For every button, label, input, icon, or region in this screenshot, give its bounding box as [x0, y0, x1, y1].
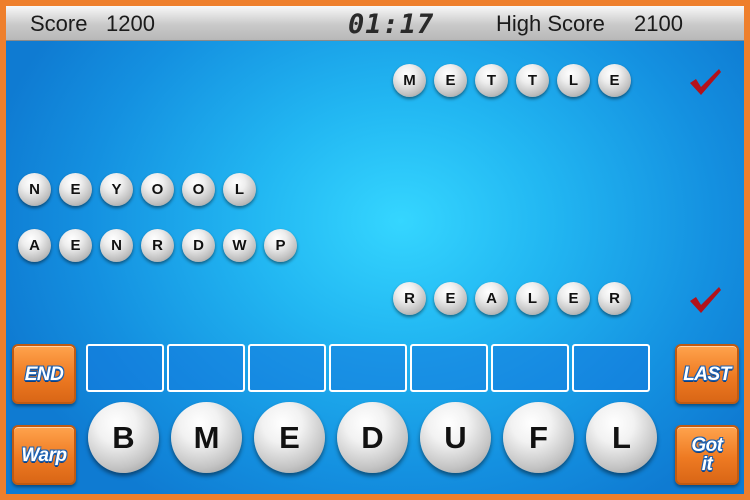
- warp-button[interactable]: Warp: [12, 425, 76, 485]
- letter-ball: E: [598, 64, 631, 97]
- letter-tile[interactable]: B: [88, 402, 159, 473]
- letter-tile[interactable]: U: [420, 402, 491, 473]
- letter-tile[interactable]: F: [503, 402, 574, 473]
- word-row-1: N E Y O O L: [18, 173, 256, 206]
- letter-ball: A: [475, 282, 508, 315]
- letter-ball: P: [264, 229, 297, 262]
- high-score-value: 2100: [634, 11, 683, 36]
- answer-slot[interactable]: [248, 344, 326, 392]
- word-row-0: M E T T L E: [393, 64, 631, 97]
- letter-ball: R: [393, 282, 426, 315]
- answer-slot[interactable]: [167, 344, 245, 392]
- letter-ball: T: [516, 64, 549, 97]
- letter-ball: R: [141, 229, 174, 262]
- letter-ball: O: [141, 173, 174, 206]
- letter-ball: T: [475, 64, 508, 97]
- word-row-3: R E A L E R: [393, 282, 631, 315]
- got-it-label: Got it: [691, 435, 723, 475]
- letter-ball: W: [223, 229, 256, 262]
- letter-ball: E: [434, 64, 467, 97]
- letter-ball: E: [557, 282, 590, 315]
- letter-tiles: B M E D U F L: [88, 402, 657, 473]
- answer-slot[interactable]: [572, 344, 650, 392]
- letter-ball: M: [393, 64, 426, 97]
- letter-ball: R: [598, 282, 631, 315]
- end-button[interactable]: END: [12, 344, 76, 404]
- letter-ball: N: [100, 229, 133, 262]
- answer-slot[interactable]: [410, 344, 488, 392]
- letter-ball: A: [18, 229, 51, 262]
- letter-ball: N: [18, 173, 51, 206]
- game-board: Score 1200 01:17 High Score 2100 M E T T…: [6, 6, 744, 494]
- letter-ball: D: [182, 229, 215, 262]
- letter-ball: E: [59, 173, 92, 206]
- hud-bar: Score 1200 01:17 High Score 2100: [6, 6, 744, 41]
- letter-ball: E: [59, 229, 92, 262]
- letter-ball: E: [434, 282, 467, 315]
- last-button[interactable]: LAST: [675, 344, 739, 404]
- check-icon: [690, 69, 721, 95]
- letter-ball: O: [182, 173, 215, 206]
- game-frame: Score 1200 01:17 High Score 2100 M E T T…: [0, 0, 750, 500]
- timer: 01:17: [348, 9, 435, 40]
- letter-tile[interactable]: E: [254, 402, 325, 473]
- letter-ball: L: [557, 64, 590, 97]
- high-score-label: High Score: [496, 11, 605, 36]
- check-icon: [690, 287, 721, 313]
- answer-slot[interactable]: [86, 344, 164, 392]
- answer-slot[interactable]: [491, 344, 569, 392]
- letter-ball: L: [516, 282, 549, 315]
- letter-tile[interactable]: D: [337, 402, 408, 473]
- letter-tile[interactable]: L: [586, 402, 657, 473]
- letter-tile[interactable]: M: [171, 402, 242, 473]
- answer-slot[interactable]: [329, 344, 407, 392]
- word-row-2: A E N R D W P: [18, 229, 297, 262]
- got-it-button[interactable]: Got it: [675, 425, 739, 485]
- letter-ball: Y: [100, 173, 133, 206]
- letter-ball: L: [223, 173, 256, 206]
- score-value: 1200: [106, 11, 155, 36]
- answer-slots: [86, 344, 650, 392]
- score-label: Score: [30, 11, 88, 36]
